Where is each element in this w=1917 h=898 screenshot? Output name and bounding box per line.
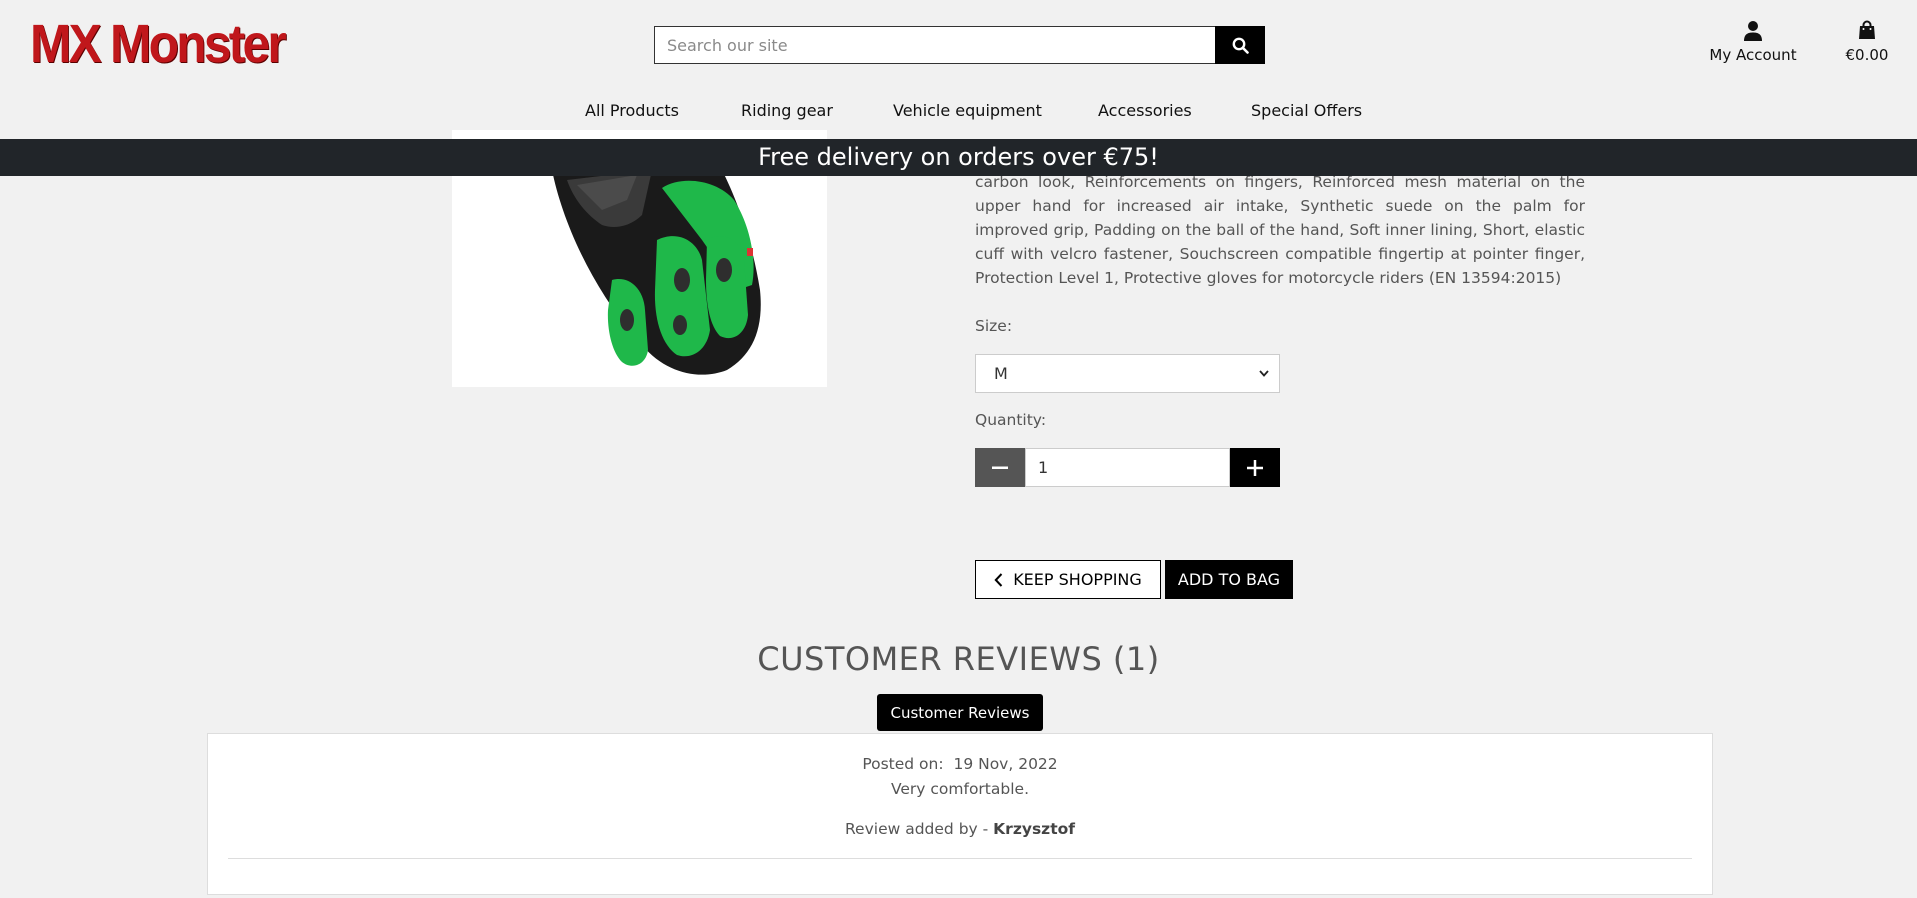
site-header: MX Monster My Account €0. — [0, 0, 1917, 139]
review-author: Krzysztof — [993, 820, 1076, 838]
main-nav: All Products Riding gear Vehicle equipme… — [0, 98, 1917, 124]
minus-icon — [992, 466, 1008, 469]
search-button[interactable] — [1215, 26, 1265, 64]
review-card: Posted on: 19 Nov, 2022 Very comfortable… — [207, 733, 1713, 895]
search-bar — [654, 26, 1265, 64]
description-text: carbon look, Reinforcements on fingers, … — [975, 176, 1585, 287]
chevron-down-icon — [1259, 370, 1269, 377]
account-label: My Account — [1709, 46, 1797, 64]
size-label: Size: — [975, 317, 1013, 335]
quantity-label: Quantity: — [975, 411, 1047, 429]
nav-item-all-products[interactable]: All Products — [585, 98, 679, 124]
size-value: M — [994, 364, 1008, 383]
product-description: carbon look, Reinforcements on fingers, … — [975, 176, 1585, 301]
posted-prefix: Posted on: — [862, 755, 944, 773]
search-icon — [1232, 37, 1249, 54]
review-date: 19 Nov, 2022 — [953, 755, 1058, 773]
user-icon — [1744, 21, 1762, 41]
keep-shopping-label: KEEP SHOPPING — [1013, 570, 1142, 589]
quantity-stepper — [975, 448, 1280, 487]
keep-shopping-button[interactable]: KEEP SHOPPING — [975, 560, 1161, 599]
account-link[interactable]: My Account — [1702, 20, 1804, 64]
site-logo[interactable]: MX Monster — [30, 14, 287, 74]
nav-item-accessories[interactable]: Accessories — [1098, 98, 1192, 124]
delivery-banner: Free delivery on orders over €75! — [0, 139, 1917, 176]
size-select[interactable]: M — [975, 354, 1280, 393]
increment-button[interactable] — [1230, 448, 1280, 487]
customer-reviews-tab[interactable]: Customer Reviews — [877, 694, 1043, 731]
nav-item-riding-gear[interactable]: Riding gear — [741, 98, 833, 124]
reviews-heading: CUSTOMER REVIEWS (1) — [757, 640, 1160, 678]
decrement-button[interactable] — [975, 448, 1025, 487]
review-author-line: Review added by - Krzysztof — [208, 820, 1712, 838]
search-input[interactable] — [654, 26, 1215, 64]
cart-total: €0.00 — [1845, 46, 1889, 64]
review-posted-date: Posted on: 19 Nov, 2022 — [208, 755, 1712, 773]
quantity-input[interactable] — [1025, 448, 1230, 487]
added-by-prefix: Review added by - — [844, 820, 989, 838]
chevron-left-icon — [994, 572, 1003, 587]
add-to-bag-button[interactable]: ADD TO BAG — [1165, 560, 1293, 599]
nav-item-vehicle-equipment[interactable]: Vehicle equipment — [893, 98, 1042, 124]
shopping-bag-icon — [1859, 20, 1875, 39]
cart-link[interactable]: €0.00 — [1836, 20, 1898, 64]
plus-icon — [1247, 459, 1263, 476]
nav-item-special-offers[interactable]: Special Offers — [1251, 98, 1362, 124]
divider — [228, 858, 1692, 859]
review-text: Very comfortable. — [890, 780, 1029, 798]
